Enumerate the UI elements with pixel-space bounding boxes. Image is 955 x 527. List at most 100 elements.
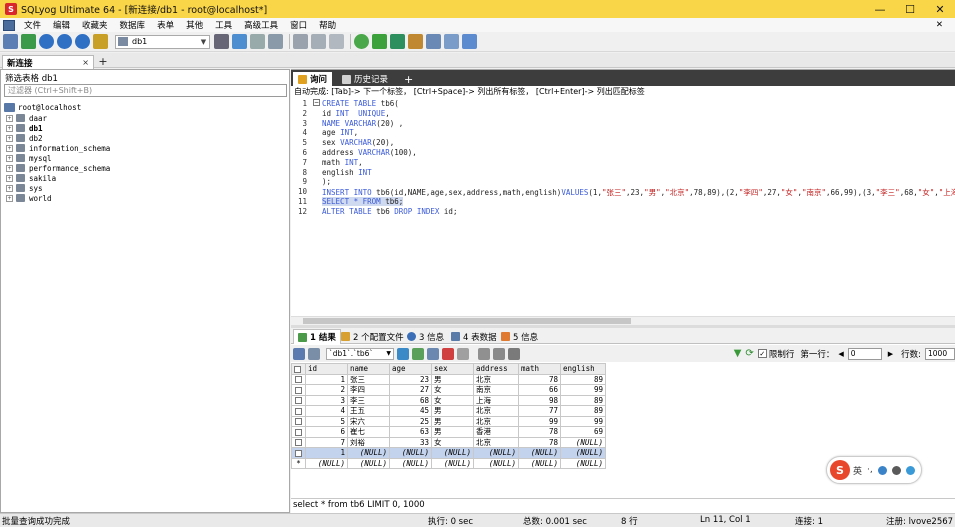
- table-cell[interactable]: 3: [305, 394, 348, 406]
- expand-icon[interactable]: +: [6, 134, 13, 142]
- add-query-tab-button[interactable]: +: [399, 72, 418, 86]
- table-cell[interactable]: 6: [305, 426, 348, 438]
- table-cell[interactable]: 99: [518, 415, 561, 427]
- table-cell[interactable]: 王五: [347, 405, 390, 417]
- ime-toolbar[interactable]: S 英 ·,: [826, 456, 922, 484]
- table-cell[interactable]: (NULL): [347, 457, 390, 469]
- save-changes-icon[interactable]: [427, 347, 439, 360]
- scrollbar-thumb[interactable]: [303, 318, 631, 324]
- menu-database[interactable]: 数据库: [114, 19, 152, 31]
- column-header[interactable]: sex: [431, 363, 474, 375]
- tab-messages[interactable]: 3 信息: [403, 329, 448, 344]
- close-tab-icon[interactable]: ×: [82, 58, 89, 67]
- table-cell[interactable]: 23: [389, 373, 432, 385]
- column-header[interactable]: english: [560, 363, 606, 375]
- table-cell[interactable]: 78: [518, 436, 561, 448]
- table-cell[interactable]: 宋六: [347, 415, 390, 427]
- table-cell[interactable]: 98: [518, 394, 561, 406]
- ime-punctuation-toggle[interactable]: ·,: [867, 465, 873, 475]
- menu-help[interactable]: 帮助: [313, 19, 342, 31]
- mdi-window-icon[interactable]: [3, 19, 15, 31]
- tree-db-sys[interactable]: + sys: [6, 183, 43, 193]
- tab-history[interactable]: 历史记录: [337, 72, 393, 86]
- sync-icon[interactable]: [354, 34, 369, 49]
- code-line[interactable]: CREATE TABLE tb6(: [322, 99, 399, 108]
- row-checkbox[interactable]: [291, 394, 306, 406]
- table-cell[interactable]: 香港: [473, 426, 519, 438]
- table-cell[interactable]: (NULL): [431, 447, 474, 459]
- table-cell[interactable]: 78: [518, 373, 561, 385]
- menu-advanced-tools[interactable]: 高级工具: [238, 19, 284, 31]
- table-cell[interactable]: 7: [305, 436, 348, 448]
- migration-icon[interactable]: [408, 34, 423, 49]
- filter-input[interactable]: 过滤器 (Ctrl+Shift+B): [4, 84, 287, 97]
- column-header[interactable]: math: [518, 363, 561, 375]
- code-line[interactable]: id INT UNIQUE,: [322, 109, 390, 118]
- table-cell[interactable]: (NULL): [347, 447, 390, 459]
- view-mode-icon[interactable]: [308, 347, 320, 360]
- column-header[interactable]: address: [473, 363, 519, 375]
- table-cell[interactable]: (NULL): [305, 457, 348, 469]
- import-icon[interactable]: [232, 34, 247, 49]
- table-cell[interactable]: 张三: [347, 373, 390, 385]
- tree-server-node[interactable]: root@localhost: [4, 102, 81, 112]
- expand-icon[interactable]: +: [6, 114, 13, 122]
- rows-input[interactable]: 1000: [925, 347, 955, 360]
- execute-all-icon[interactable]: [57, 34, 72, 49]
- table-cell[interactable]: 99: [560, 415, 606, 427]
- sql-formatter-icon[interactable]: [444, 34, 459, 49]
- menu-favorites[interactable]: 收藏夹: [76, 19, 114, 31]
- table-cell[interactable]: 99: [560, 384, 606, 396]
- table-cell[interactable]: 89: [560, 405, 606, 417]
- table-row[interactable]: 5 宋六 25 男北京 99 99: [291, 415, 606, 427]
- skin-icon[interactable]: [905, 465, 915, 475]
- table-cell[interactable]: 45: [389, 405, 432, 417]
- menu-edit[interactable]: 编辑: [47, 19, 76, 31]
- table-cell[interactable]: 北京: [473, 436, 519, 448]
- expand-icon[interactable]: +: [6, 144, 13, 152]
- row-checkbox[interactable]: [291, 436, 306, 448]
- code-line[interactable]: NAME VARCHAR(20) ,: [322, 119, 403, 128]
- code-line[interactable]: ALTER TABLE tb6 DROP INDEX id;: [322, 207, 457, 216]
- column-header[interactable]: id: [305, 363, 348, 375]
- table-cell[interactable]: 66: [518, 384, 561, 396]
- table-cell[interactable]: 5: [305, 415, 348, 427]
- table-row[interactable]: 3 李三 68 女上海 98 89: [291, 394, 606, 406]
- code-line[interactable]: address VARCHAR(100),: [322, 148, 417, 157]
- table-cell[interactable]: 男: [431, 405, 474, 417]
- maximize-button[interactable]: ☐: [895, 0, 925, 18]
- table-row[interactable]: 7 刘裕 33 女北京 78 (NULL): [291, 436, 606, 448]
- minimize-button[interactable]: —: [865, 0, 895, 18]
- row-checkbox[interactable]: [291, 373, 306, 385]
- table-cell[interactable]: 68: [389, 394, 432, 406]
- table-cell[interactable]: (NULL): [560, 457, 606, 469]
- tree-db-information-schema[interactable]: + information_schema: [6, 143, 110, 153]
- history-icon[interactable]: [93, 34, 108, 49]
- table-cell[interactable]: 69: [560, 426, 606, 438]
- table-cell[interactable]: 男: [431, 415, 474, 427]
- reset-filter-icon[interactable]: ⟳: [745, 348, 753, 359]
- expand-icon[interactable]: +: [6, 154, 13, 162]
- code-line[interactable]: age INT,: [322, 128, 358, 137]
- insert-row-icon[interactable]: [412, 347, 424, 360]
- table-cell[interactable]: 李四: [347, 384, 390, 396]
- table-cell[interactable]: (NULL): [560, 436, 606, 448]
- mdi-close-button[interactable]: ✕: [930, 20, 949, 30]
- connection-tab-active[interactable]: 新连接 ×: [2, 55, 94, 69]
- first-row-input[interactable]: 0: [847, 347, 882, 360]
- code-line[interactable]: SELECT * FROM tb6;: [322, 197, 404, 206]
- code-line[interactable]: INSERT INTO tb6(id,NAME,age,sex,address,…: [322, 187, 955, 198]
- table-cell[interactable]: 77: [518, 405, 561, 417]
- table-cell[interactable]: 李三: [347, 394, 390, 406]
- table-cell[interactable]: 89: [560, 394, 606, 406]
- tree-db-world[interactable]: + world: [6, 193, 52, 203]
- table-row[interactable]: 4 王五 45 男北京 77 89: [291, 405, 606, 417]
- table-cell[interactable]: 刘裕: [347, 436, 390, 448]
- table-cell[interactable]: 63: [389, 426, 432, 438]
- menu-others[interactable]: 其他: [180, 19, 209, 31]
- column-header[interactable]: age: [389, 363, 432, 375]
- table-cell[interactable]: 女: [431, 436, 474, 448]
- row-checkbox[interactable]: *: [291, 457, 306, 469]
- tree-db-sakila[interactable]: + sakila: [6, 173, 56, 183]
- add-connection-tab-button[interactable]: +: [97, 56, 109, 68]
